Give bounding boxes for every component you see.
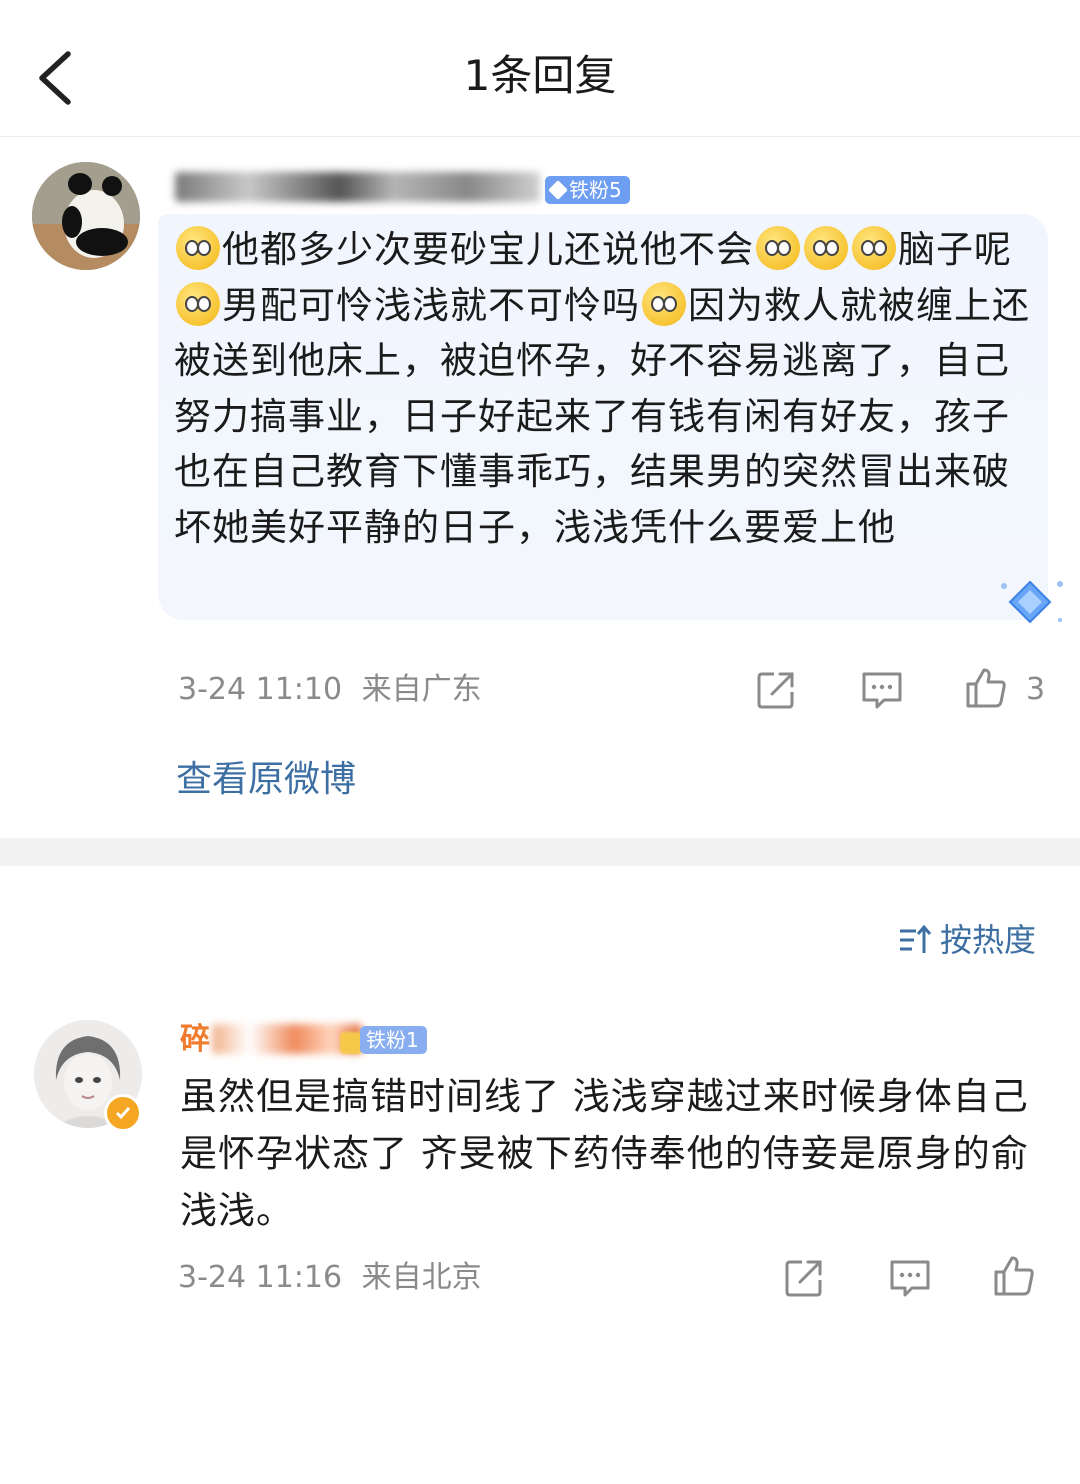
- sparkle-diamond-icon: [1001, 580, 1063, 624]
- main-comment-text: 他都多少次要砂宝儿还说他不会 脑子呢男配可怜浅浅就不可怜吗 因为救人就被缠上还被送到…: [174, 222, 1034, 555]
- diamond-icon: [548, 180, 568, 200]
- smiling-emoji-icon: [642, 281, 686, 326]
- comment-text-segment: 他都多少次要砂宝儿还说他不会: [222, 228, 754, 271]
- comment-button[interactable]: [888, 1256, 932, 1300]
- sort-label: 按热度: [940, 921, 1037, 959]
- comment-icon: [890, 1260, 930, 1297]
- reply-time: 3-24 11:16: [178, 1260, 343, 1295]
- thumbs-up-icon: [994, 1256, 1034, 1296]
- share-button[interactable]: [754, 668, 798, 712]
- share-button[interactable]: [782, 1256, 826, 1300]
- smiling-emoji-icon: [176, 226, 220, 270]
- reply-username-visible[interactable]: 碎: [180, 1022, 210, 1058]
- verified-badge-icon: [104, 1094, 142, 1132]
- sort-icon: [900, 924, 932, 953]
- share-icon: [757, 672, 794, 709]
- avatar[interactable]: [32, 162, 140, 270]
- section-divider: [0, 838, 1080, 866]
- reply-meta: 3-24 11:16 来自北京: [178, 1258, 482, 1298]
- sort-button[interactable]: 按热度: [898, 918, 1036, 962]
- smiling-emoji-icon: [756, 226, 800, 270]
- share-icon: [785, 1260, 822, 1297]
- username-redacted[interactable]: [175, 172, 540, 202]
- fan-badge: 铁粉5: [545, 176, 630, 204]
- reply-location: 来自北京: [361, 1260, 482, 1295]
- fan-badge-label: 铁粉1: [366, 1028, 419, 1052]
- comment-button[interactable]: [860, 668, 904, 712]
- reply-comment-text: 虽然但是搞错时间线了 浅浅穿越过来时候身体自己是怀孕状态了 齐旻被下药侍奉他的侍…: [180, 1075, 1029, 1232]
- header-divider: [0, 136, 1080, 137]
- comment-text-segment: 男配可怜浅浅就不可怜吗: [222, 283, 640, 327]
- smiling-emoji-icon: [804, 226, 848, 270]
- smiling-emoji-icon: [176, 281, 220, 326]
- level-icon: [340, 1032, 362, 1054]
- like-button[interactable]: [992, 1254, 1036, 1298]
- smiling-emoji-icon: [852, 226, 896, 270]
- like-count: 3: [1026, 672, 1046, 707]
- like-button[interactable]: [964, 666, 1008, 710]
- panda-avatar-image: [32, 162, 140, 270]
- comment-location: 来自广东: [361, 672, 482, 707]
- comment-meta: 3-24 11:10 来自广东: [178, 670, 482, 710]
- comment-time: 3-24 11:10: [178, 672, 343, 707]
- comment-icon: [862, 672, 902, 709]
- thumbs-up-icon: [966, 668, 1006, 708]
- comment-text-segment: 脑子呢: [898, 228, 1012, 271]
- fan-badge-label: 铁粉5: [569, 178, 622, 202]
- fan-badge: 铁粉1: [360, 1026, 427, 1054]
- page-title: 1条回复: [463, 51, 617, 100]
- view-original-post-link[interactable]: 查看原微博: [176, 756, 356, 804]
